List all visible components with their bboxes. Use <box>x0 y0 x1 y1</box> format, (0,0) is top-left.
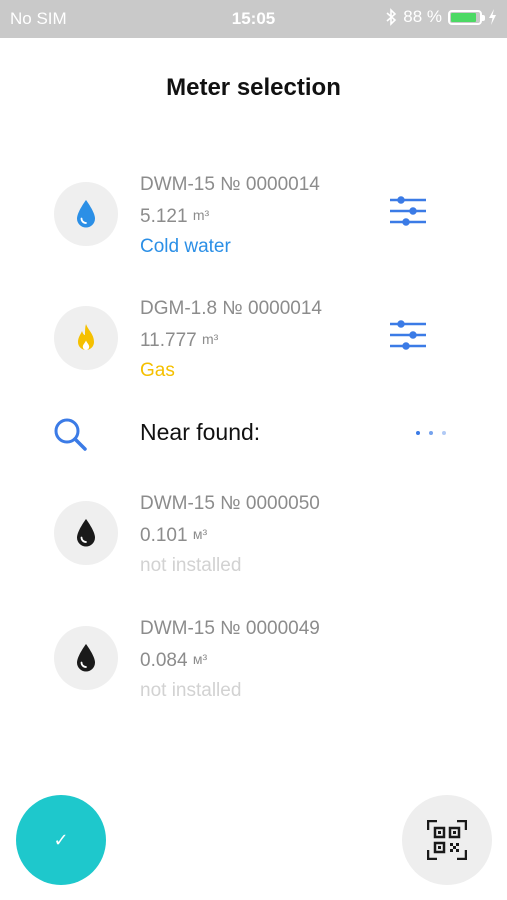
meter-value: 11.777 <box>140 330 197 351</box>
meter-item-gas[interactable]: DGM-1.8 № 0000014 11.777 m³ Gas <box>0 298 507 406</box>
battery-icon <box>448 9 485 25</box>
meter-icon-badge <box>54 306 118 370</box>
battery-percent: 88 % <box>403 7 442 26</box>
meter-reading: 5.121 m³ <box>140 200 320 232</box>
meter-unit: м³ <box>192 526 208 542</box>
meter-item-cold-water[interactable]: DWM-15 № 0000014 5.121 m³ Cold water <box>0 174 507 282</box>
near-meter-item[interactable]: DWM-15 № 0000050 0.101 м³ not installed <box>0 493 507 601</box>
meter-details: DWM-15 № 0000049 0.084 м³ not installed <box>140 614 320 706</box>
meter-unit: m³ <box>201 331 219 347</box>
water-drop-icon <box>77 200 95 228</box>
scanning-indicator <box>416 431 446 435</box>
meter-type: Cold water <box>140 236 231 257</box>
meter-value: 5.121 <box>140 206 188 227</box>
near-found-header: Near found: <box>0 414 507 454</box>
meter-value: 0.084 <box>140 650 188 671</box>
water-drop-icon <box>77 644 95 672</box>
water-drop-icon <box>77 519 95 547</box>
meter-type: Gas <box>140 360 175 381</box>
meter-reading: 0.084 м³ <box>140 644 320 676</box>
battery-level <box>451 12 476 22</box>
meter-status: not installed <box>140 555 242 576</box>
scan-qr-button[interactable] <box>402 795 492 885</box>
meter-details: DWM-15 № 0000050 0.101 м³ not installed <box>140 489 320 581</box>
bluetooth-icon <box>386 8 397 26</box>
meter-unit: m³ <box>192 207 210 223</box>
meter-details: DWM-15 № 0000014 5.121 m³ Cold water <box>140 170 320 262</box>
status-bar: No SIM 15:05 88 % <box>0 0 507 38</box>
charging-icon <box>489 9 496 25</box>
qr-code-icon <box>427 820 467 860</box>
checkmark-icon: ✓ <box>53 829 69 850</box>
search-icon[interactable] <box>52 416 88 452</box>
meter-settings-icon[interactable] <box>388 195 428 227</box>
meter-icon-badge <box>54 501 118 565</box>
meter-unit: м³ <box>192 651 208 667</box>
near-found-label: Near found: <box>140 419 261 445</box>
near-meter-item[interactable]: DWM-15 № 0000049 0.084 м³ not installed <box>0 618 507 726</box>
meter-status: not installed <box>140 680 242 701</box>
meter-details: DGM-1.8 № 0000014 11.777 m³ Gas <box>140 294 322 386</box>
meter-model: DWM-15 № 0000049 <box>140 618 320 639</box>
meter-value: 0.101 <box>140 525 188 546</box>
meter-reading: 11.777 m³ <box>140 324 322 356</box>
confirm-button[interactable]: ✓ <box>16 795 106 885</box>
meter-reading: 0.101 м³ <box>140 519 320 551</box>
meter-icon-badge <box>54 182 118 246</box>
meter-icon-badge <box>54 626 118 690</box>
status-indicators: 88 % <box>385 7 497 27</box>
meter-model: DGM-1.8 № 0000014 <box>140 298 322 319</box>
meter-settings-icon[interactable] <box>388 319 428 351</box>
page-title: Meter selection <box>166 74 341 101</box>
meter-model: DWM-15 № 0000050 <box>140 493 320 514</box>
meter-model: DWM-15 № 0000014 <box>140 174 320 195</box>
flame-icon <box>78 324 94 350</box>
